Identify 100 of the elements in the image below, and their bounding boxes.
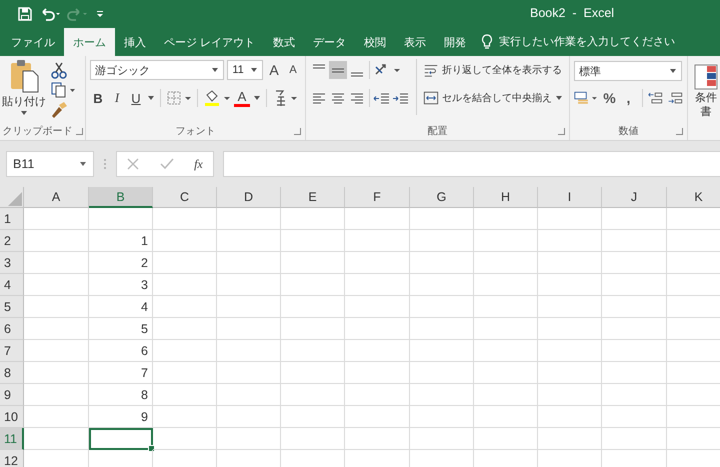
bold-button[interactable]: B: [90, 88, 106, 108]
row-header[interactable]: 3: [0, 252, 24, 274]
conditional-formatting-button[interactable]: 条件 書: [692, 59, 720, 119]
row-header[interactable]: 12: [0, 450, 24, 467]
table-cell: [24, 406, 89, 428]
table-cell: [410, 406, 474, 428]
scissors-icon[interactable]: [50, 61, 68, 79]
table-cell: [538, 252, 602, 274]
borders-icon[interactable]: [166, 90, 192, 106]
ribbon-tab[interactable]: ファイル: [2, 28, 64, 56]
comma-button[interactable]: ,: [620, 88, 636, 108]
ribbon-tab[interactable]: ページ レイアウト: [155, 28, 264, 56]
column-header[interactable]: G: [410, 187, 474, 208]
table-cell: [345, 208, 410, 230]
ribbon-tab[interactable]: 開発: [435, 28, 476, 56]
table-cell: [24, 318, 89, 340]
column-header[interactable]: B: [89, 187, 153, 208]
paste-button[interactable]: 貼り付け: [2, 59, 46, 122]
table-cell: [24, 340, 89, 362]
name-box[interactable]: B11: [6, 151, 94, 177]
row-header[interactable]: 9: [0, 384, 24, 406]
table-cell: [538, 274, 602, 296]
ribbon-tab[interactable]: ホーム: [64, 28, 115, 56]
row-header[interactable]: 8: [0, 362, 24, 384]
table-cell: [281, 296, 345, 318]
fill-color-icon[interactable]: [203, 89, 231, 107]
copy-icon[interactable]: [50, 81, 76, 99]
italic-button[interactable]: I: [109, 88, 125, 108]
align-middle-icon[interactable]: [329, 61, 347, 79]
row-header[interactable]: 11: [0, 428, 24, 450]
table-cell: [281, 274, 345, 296]
insert-function-button[interactable]: fx: [194, 156, 203, 172]
row-header[interactable]: 1: [0, 208, 24, 230]
row-header[interactable]: 2: [0, 230, 24, 252]
column-header[interactable]: H: [474, 187, 538, 208]
table-cell: [410, 252, 474, 274]
row-header[interactable]: 5: [0, 296, 24, 318]
percent-button[interactable]: %: [602, 88, 618, 108]
table-cell: [538, 318, 602, 340]
dialog-launcher-icon[interactable]: [294, 128, 301, 135]
table-cell: [24, 296, 89, 318]
table-cell: [410, 362, 474, 384]
table-cell: [345, 230, 410, 252]
wrap-text-button[interactable]: 折り返して全体を表示する: [423, 59, 563, 81]
ribbon-tab[interactable]: 数式: [264, 28, 304, 56]
dialog-launcher-icon[interactable]: [558, 128, 565, 135]
table-cell: [410, 384, 474, 406]
table-cell: [602, 340, 667, 362]
caret-icon[interactable]: [147, 95, 155, 101]
table-cell: 8: [89, 384, 153, 406]
table-cell: [538, 296, 602, 318]
column-header[interactable]: C: [153, 187, 217, 208]
table-cell: [602, 274, 667, 296]
row-header[interactable]: 4: [0, 274, 24, 296]
underline-button[interactable]: U: [128, 88, 144, 108]
ribbon-tab[interactable]: 表示: [395, 28, 436, 56]
table-cell: [602, 406, 667, 428]
checkmark-icon[interactable]: [160, 158, 174, 170]
ribbon-tab[interactable]: データ: [304, 28, 356, 56]
ribbon-tab[interactable]: 校閲: [355, 28, 396, 56]
table-cell: [474, 318, 538, 340]
column-header[interactable]: I: [538, 187, 602, 208]
lightbulb-icon: [481, 34, 494, 50]
font-size-dropdown[interactable]: 11: [227, 60, 263, 80]
table-cell: 3: [89, 274, 153, 296]
active-cell[interactable]: [89, 428, 153, 450]
table-cell: [345, 274, 410, 296]
number-format-dropdown[interactable]: 標準: [574, 61, 682, 81]
format-painter-icon[interactable]: [50, 101, 68, 119]
row-header[interactable]: 10: [0, 406, 24, 428]
caret-icon[interactable]: [253, 95, 261, 101]
save-icon[interactable]: [17, 6, 33, 22]
increase-font-size-button[interactable]: A: [266, 60, 282, 80]
table-cell: [538, 340, 602, 362]
table-cell: [153, 384, 217, 406]
dialog-launcher-icon[interactable]: [76, 128, 83, 135]
column-header[interactable]: J: [602, 187, 667, 208]
dialog-launcher-icon[interactable]: [676, 128, 683, 135]
table-cell: [474, 362, 538, 384]
column-header[interactable]: A: [24, 187, 89, 208]
decrease-font-size-button[interactable]: A: [285, 60, 301, 80]
formula-field[interactable]: [223, 151, 720, 177]
column-header[interactable]: F: [345, 187, 410, 208]
column-header[interactable]: E: [281, 187, 345, 208]
table-cell: [345, 318, 410, 340]
table-cell: [24, 428, 89, 450]
row-header[interactable]: 6: [0, 318, 24, 340]
table-cell: 2: [89, 252, 153, 274]
table-cell: [24, 230, 89, 252]
ribbon-tab[interactable]: 挿入: [115, 28, 155, 56]
window-title: Book2 - Excel: [530, 6, 614, 20]
table-cell: [217, 362, 281, 384]
row-header[interactable]: 7: [0, 340, 24, 362]
font-name-dropdown[interactable]: 游ゴシック: [90, 60, 224, 80]
tell-me-field[interactable]: 実行したい作業を入力してください: [481, 28, 680, 56]
font-color-button[interactable]: A: [234, 89, 250, 107]
column-header[interactable]: D: [217, 187, 281, 208]
column-header[interactable]: K: [667, 187, 720, 208]
merge-center-button[interactable]: セルを結合して中央揃え: [423, 87, 563, 109]
table-cell: [474, 252, 538, 274]
